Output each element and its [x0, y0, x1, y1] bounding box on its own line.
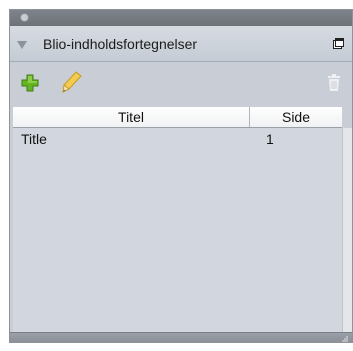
plus-icon[interactable] [21, 74, 39, 92]
table-row[interactable]: Title 1 [13, 129, 342, 149]
toc-panel: Blio-indholdsfortegnelser Titel Side Tit… [9, 9, 353, 343]
close-dot-icon[interactable] [20, 13, 29, 22]
row-page-cell: 1 [266, 131, 274, 147]
vertical-scrollbar[interactable] [342, 128, 352, 332]
panel-top-bar[interactable] [10, 10, 352, 26]
column-header-title[interactable]: Titel [13, 107, 250, 127]
trash-icon[interactable] [328, 74, 340, 91]
panel-bottom-bar [10, 332, 352, 343]
panel-menu-icon[interactable] [333, 38, 344, 49]
panel-title-bar[interactable]: Blio-indholdsfortegnelser [10, 26, 352, 62]
pencil-icon[interactable] [62, 71, 82, 93]
panel-toolbar [10, 62, 352, 107]
toc-table: Titel Side Title 1 [13, 107, 342, 332]
panel-title: Blio-indholdsfortegnelser [43, 36, 198, 52]
column-header-page[interactable]: Side [250, 107, 342, 127]
disclosure-triangle-icon[interactable] [17, 41, 27, 49]
resize-grip-icon[interactable] [341, 335, 349, 343]
table-header: Titel Side [13, 107, 342, 128]
row-title-cell: Title [21, 131, 47, 147]
